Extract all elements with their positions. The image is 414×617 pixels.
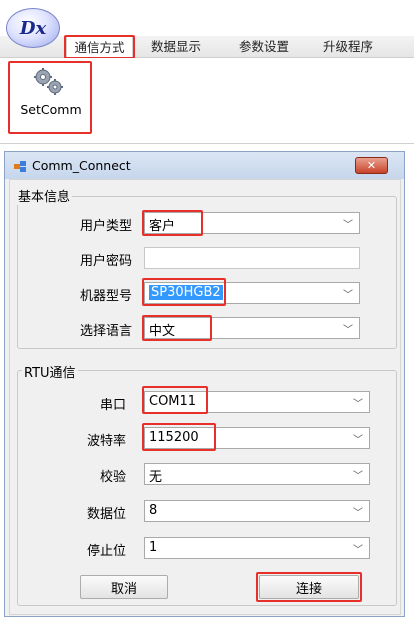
chevron-down-icon: ﹀ xyxy=(343,290,353,301)
gear-icon xyxy=(34,68,63,95)
rtu-group-title: RTU通信 xyxy=(22,362,78,381)
model-highlight xyxy=(142,278,226,306)
stopbits-label: 停止位 xyxy=(86,544,126,559)
language-label: 选择语言 xyxy=(79,324,132,339)
port-highlight xyxy=(142,386,208,414)
language-highlight xyxy=(142,315,212,341)
app-logo[interactable]: Dx xyxy=(6,8,60,48)
chevron-down-icon: ﹀ xyxy=(353,399,363,410)
cancel-button[interactable]: 取消 xyxy=(80,575,168,599)
tab-data-display[interactable]: 数据显示 xyxy=(140,36,212,58)
dialog-title: Comm_Connect xyxy=(32,158,131,173)
model-label: 机器型号 xyxy=(79,289,132,304)
baud-highlight xyxy=(142,423,216,451)
user-type-label: 用户类型 xyxy=(79,219,132,234)
window-icon xyxy=(14,161,26,172)
tab-parameter-settings[interactable]: 参数设置 xyxy=(228,36,300,58)
parity-select[interactable]: 无 ﹀ xyxy=(144,463,370,485)
chevron-down-icon: ﹀ xyxy=(353,471,363,482)
stopbits-value: 1 xyxy=(149,540,158,555)
password-field[interactable] xyxy=(144,247,360,269)
password-label: 用户密码 xyxy=(79,254,132,269)
chevron-down-icon: ﹀ xyxy=(353,435,363,446)
tab-upgrade-program[interactable]: 升级程序 xyxy=(312,36,384,58)
chevron-down-icon: ﹀ xyxy=(353,508,363,519)
databits-value: 8 xyxy=(149,503,158,518)
parity-label: 校验 xyxy=(99,470,126,485)
stopbits-select[interactable]: 1 ﹀ xyxy=(144,537,370,559)
databits-select[interactable]: 8 ﹀ xyxy=(144,500,370,522)
user-type-highlight xyxy=(142,210,203,236)
chevron-down-icon: ﹀ xyxy=(343,220,353,231)
baud-label: 波特率 xyxy=(86,434,126,449)
databits-label: 数据位 xyxy=(86,507,126,522)
basic-info-title: 基本信息 xyxy=(16,186,73,205)
close-button[interactable]: ✕ xyxy=(355,157,388,174)
tab-highlight-box xyxy=(64,35,135,59)
chevron-down-icon: ﹀ xyxy=(353,545,363,556)
setcomm-label: SetComm xyxy=(20,102,82,117)
chevron-down-icon: ﹀ xyxy=(343,325,353,336)
parity-value: 无 xyxy=(149,470,163,485)
connect-highlight xyxy=(256,572,362,602)
port-label: 串口 xyxy=(99,398,126,413)
